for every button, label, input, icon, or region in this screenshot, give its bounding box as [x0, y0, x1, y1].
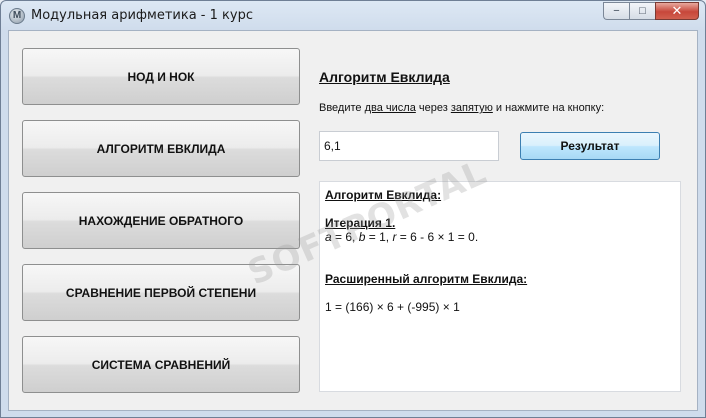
- output-text: = 6 - 6 × 1 = 0.: [396, 230, 479, 244]
- minimize-button[interactable]: −: [603, 2, 629, 20]
- client-area: НОД И НОК АЛГОРИТМ ЕВКЛИДА НАХОЖДЕНИЕ ОБ…: [8, 30, 698, 411]
- nav-button-euclid[interactable]: АЛГОРИТМ ЕВКЛИДА: [22, 120, 300, 177]
- title-bar[interactable]: M Модульная арифметика - 1 курс − □ ✕: [1, 1, 705, 30]
- instruction-emphasis: два числа: [364, 102, 416, 114]
- minimize-icon: −: [613, 5, 620, 17]
- app-window: M Модульная арифметика - 1 курс − □ ✕ НО…: [0, 0, 706, 418]
- close-icon: ✕: [671, 3, 683, 18]
- instruction-part: и нажмите на кнопку:: [492, 102, 605, 114]
- nav-button-inverse[interactable]: НАХОЖДЕНИЕ ОБРАТНОГО: [22, 192, 300, 249]
- app-icon[interactable]: M: [9, 8, 25, 24]
- page-title: Алгоритм Евклида: [319, 69, 450, 85]
- nav-button-congruence-system[interactable]: СИСТЕМА СРАВНЕНИЙ: [22, 336, 300, 393]
- output-extended-result: 1 = (166) × 6 + (-995) × 1: [325, 300, 460, 314]
- instruction-part: Введите: [319, 102, 365, 114]
- instruction-emphasis: запятую: [450, 102, 493, 114]
- maximize-button[interactable]: □: [629, 2, 655, 20]
- maximize-icon: □: [639, 5, 646, 17]
- nav-button-gcd-lcm[interactable]: НОД И НОК: [22, 48, 300, 105]
- close-button[interactable]: ✕: [655, 2, 699, 20]
- window-title: Модульная арифметика - 1 курс: [31, 8, 253, 23]
- caption-buttons: − □ ✕: [603, 2, 699, 21]
- instruction-text: Введите два числа через запятую и нажмит…: [319, 102, 604, 114]
- instruction-part: через: [415, 102, 451, 114]
- output-extended-title: Расширенный алгоритм Евклида:: [325, 272, 528, 286]
- result-button[interactable]: Результат: [520, 132, 660, 160]
